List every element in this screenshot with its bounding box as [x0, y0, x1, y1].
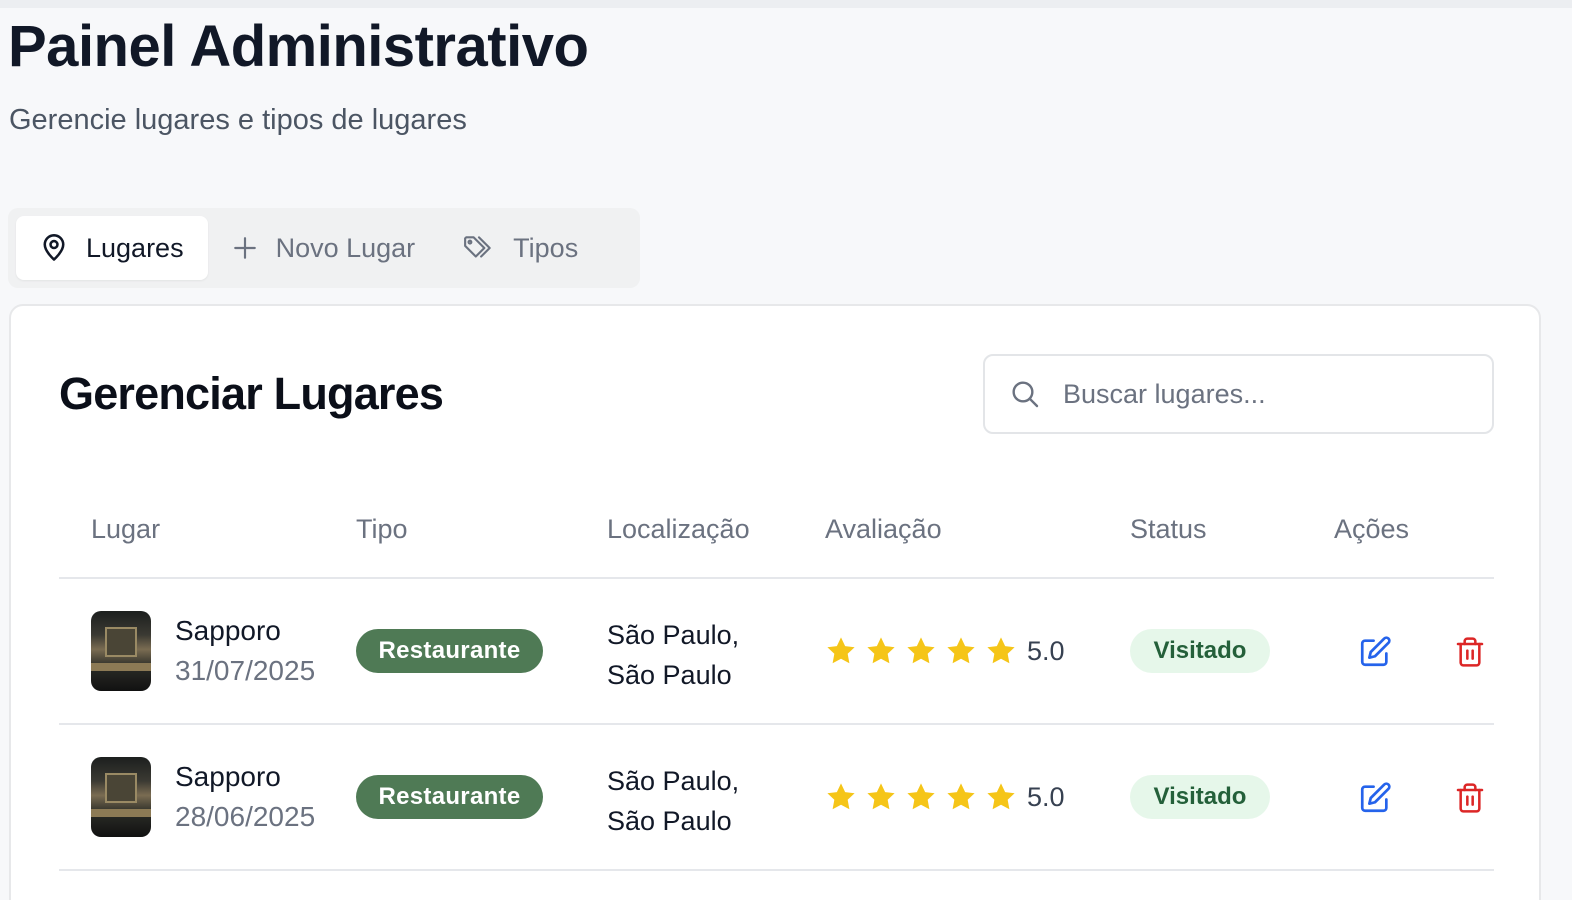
trash-icon	[1454, 635, 1486, 669]
place-thumbnail	[91, 611, 151, 691]
places-card: Gerenciar Lugares Lugar Tipo Localização…	[9, 304, 1541, 900]
place-location: São Paulo, São Paulo	[607, 761, 739, 841]
location-line: São Paulo	[607, 806, 732, 836]
star-icon	[825, 781, 857, 813]
type-badge: Restaurante	[356, 775, 543, 819]
table-row: Sapporo 28/06/2025 Restaurante São Paulo…	[11, 725, 1541, 869]
star-icon	[825, 635, 857, 667]
place-name: Sapporo	[175, 761, 281, 792]
rating-stars: 5.0	[825, 635, 1065, 667]
place-location: São Paulo, São Paulo	[607, 615, 739, 695]
place-name: Sapporo	[175, 615, 281, 646]
tab-tipos[interactable]: Tipos	[439, 216, 602, 280]
tags-icon	[463, 235, 495, 261]
plus-icon	[232, 235, 258, 261]
star-icon	[865, 781, 897, 813]
status-badge: Visitado	[1130, 629, 1270, 673]
place-thumbnail	[91, 757, 151, 837]
star-icon	[905, 635, 937, 667]
map-pin-icon	[40, 233, 68, 263]
search-icon	[1009, 378, 1041, 415]
tab-label: Tipos	[513, 232, 579, 263]
edit-icon	[1358, 781, 1392, 815]
star-icon	[945, 781, 977, 813]
column-header-localizacao: Localização	[607, 514, 750, 544]
star-icon	[985, 781, 1017, 813]
row-divider	[59, 869, 1494, 871]
tab-label: Novo Lugar	[275, 232, 416, 263]
edit-button[interactable]	[1358, 635, 1392, 669]
rating-value: 5.0	[1027, 635, 1065, 666]
location-line: São Paulo	[607, 660, 732, 690]
column-header-lugar: Lugar	[91, 514, 161, 544]
page-title: Painel Administrativo	[8, 14, 589, 79]
card-title: Gerenciar Lugares	[59, 368, 444, 419]
table-row: Sapporo 31/07/2025 Restaurante São Paulo…	[11, 579, 1541, 723]
edit-button[interactable]	[1358, 781, 1392, 815]
delete-button[interactable]	[1454, 781, 1486, 815]
type-badge: Restaurante	[356, 629, 543, 673]
trash-icon	[1454, 781, 1486, 815]
rating-stars: 5.0	[825, 781, 1065, 813]
column-header-acoes: Ações	[1334, 514, 1410, 544]
edit-icon	[1358, 635, 1392, 669]
star-icon	[905, 781, 937, 813]
star-icon	[945, 635, 977, 667]
search-input[interactable]	[1063, 374, 1463, 414]
status-badge: Visitado	[1130, 775, 1270, 819]
search-box	[983, 354, 1494, 434]
tab-novo-lugar[interactable]: Novo Lugar	[208, 216, 440, 280]
location-line: São Paulo,	[607, 620, 740, 650]
column-header-tipo: Tipo	[356, 514, 408, 544]
top-border	[0, 0, 1572, 8]
place-date: 31/07/2025	[175, 655, 316, 686]
page-subtitle: Gerencie lugares e tipos de lugares	[9, 104, 467, 136]
column-header-avaliacao: Avaliação	[825, 514, 942, 544]
place-date: 28/06/2025	[175, 801, 316, 832]
tab-list: Lugares Novo Lugar Tipos	[8, 208, 640, 288]
star-icon	[865, 635, 897, 667]
location-line: São Paulo,	[607, 766, 740, 796]
rating-value: 5.0	[1027, 781, 1065, 812]
star-icon	[985, 635, 1017, 667]
column-header-status: Status	[1130, 514, 1207, 544]
tab-lugares[interactable]: Lugares	[16, 216, 208, 280]
tab-label: Lugares	[86, 232, 184, 263]
delete-button[interactable]	[1454, 635, 1486, 669]
